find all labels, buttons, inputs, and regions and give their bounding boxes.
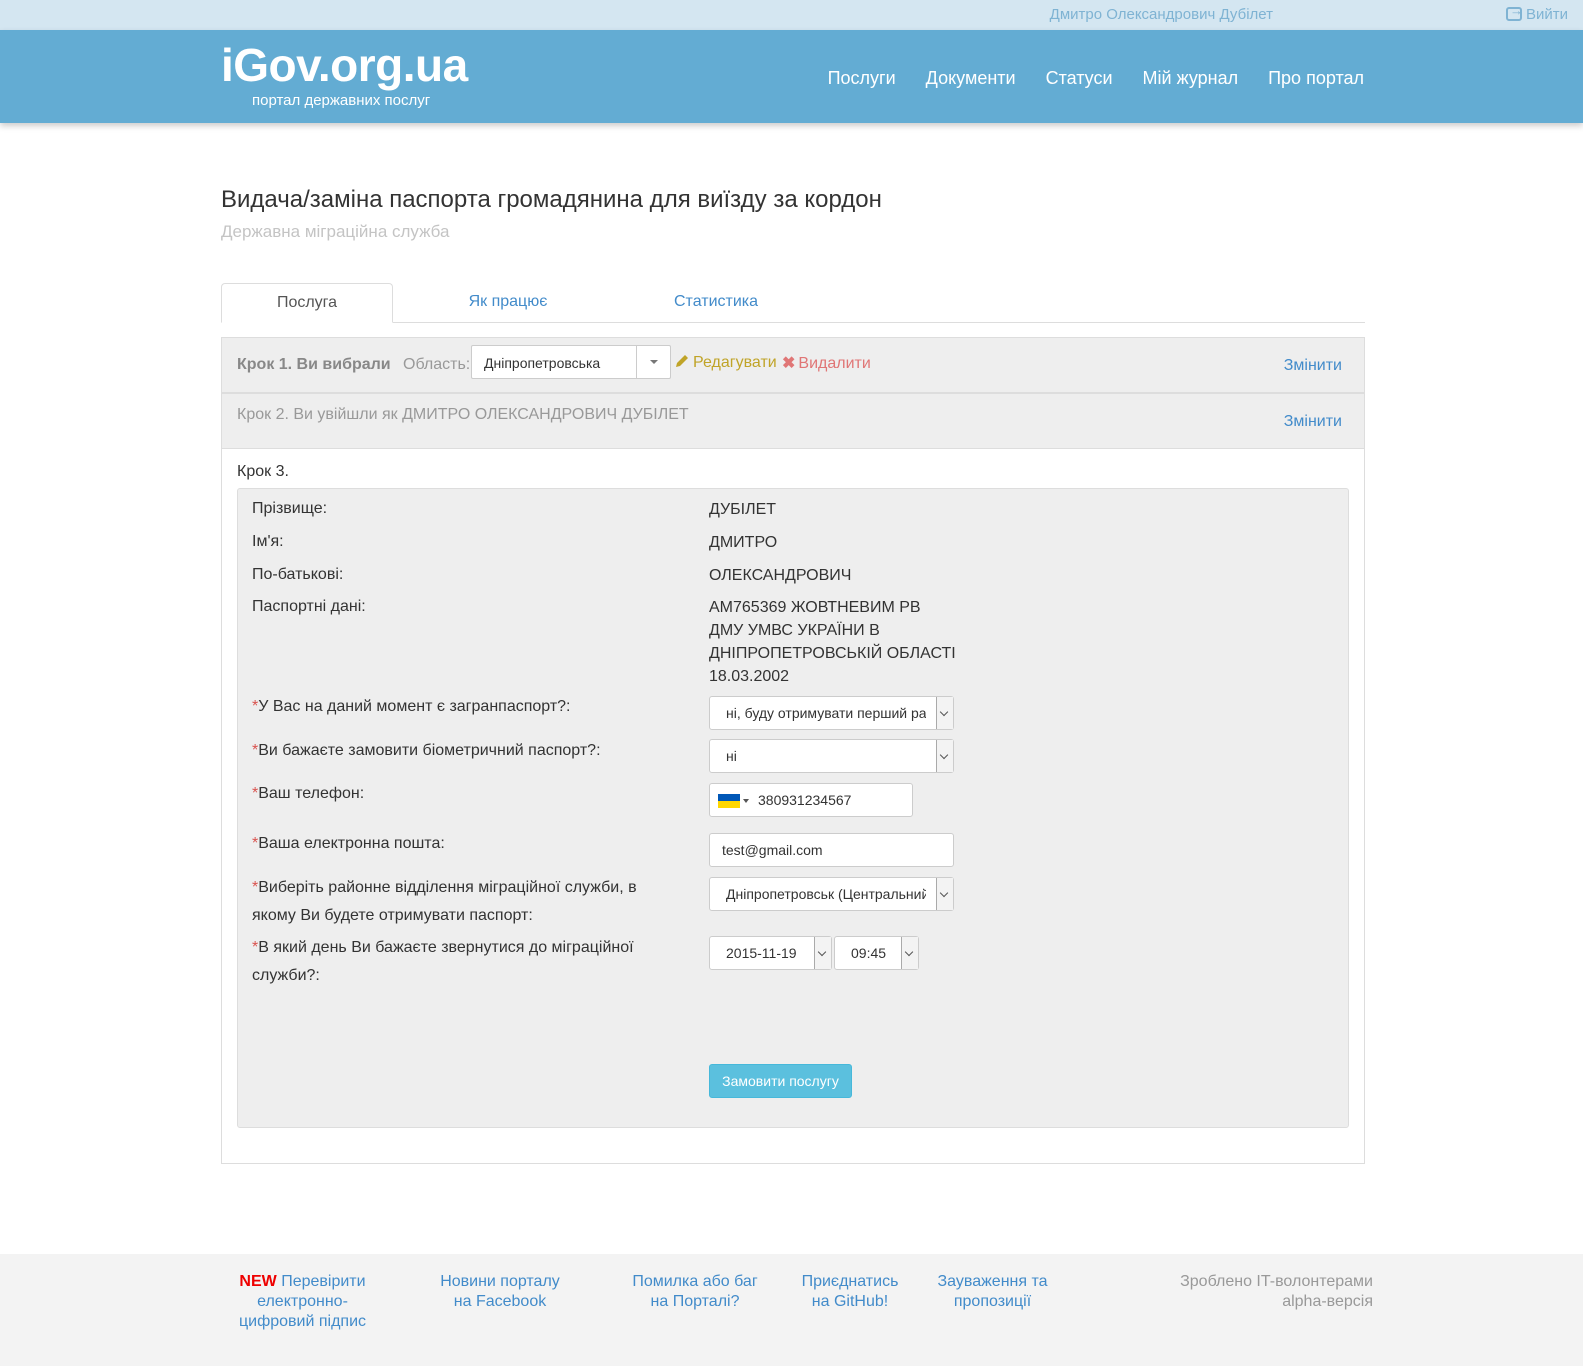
patronymic-value: ОЛЕКСАНДРОВИЧ [709, 567, 852, 584]
tab-service[interactable]: Послуга [221, 283, 393, 323]
site-logo[interactable]: iGov.org.ua [221, 38, 468, 92]
email-value: test@gmail.com [722, 842, 823, 858]
service-tabs: Послуга Як працює Статистика [221, 283, 1365, 323]
chevron-down-icon [936, 697, 953, 729]
step-3-label: Крок 3. [237, 463, 289, 480]
main-nav: Послуги Документи Статуси Мій журнал Про… [828, 68, 1364, 89]
phone-value: 380931234567 [758, 792, 852, 808]
surname-label: Прізвище: [252, 500, 328, 517]
name-label: Ім'я: [252, 533, 284, 550]
application-form: Прізвище: ДУБІЛЕТ Ім'я: ДМИТРО По-батько… [237, 488, 1349, 1128]
passport-line: АМ765369 ЖОВТНЕВИМ РВ [709, 599, 921, 616]
chevron-down-icon [936, 740, 953, 772]
site-header: iGov.org.ua портал державних послуг Посл… [0, 30, 1583, 123]
passport-label: Паспортні дані: [252, 598, 366, 615]
region-label: Область: [403, 356, 471, 373]
step-2-panel: Крок 2. Ви увійшли як ДМИТРО ОЛЕКСАНДРОВ… [221, 393, 1365, 449]
page-title: Видача/заміна паспорта громадянина для в… [221, 186, 882, 213]
date-label: *В який день Ви бажаєте звернутися до мі… [252, 939, 634, 984]
step-1-label: Крок 1. Ви вибрали [237, 356, 391, 373]
passport-line: ДНІПРОПЕТРОВСЬКІЙ ОБЛАСТІ [709, 645, 956, 662]
tab-statistics[interactable]: Статистика [616, 283, 816, 323]
phone-input[interactable]: 380931234567 [709, 783, 913, 817]
region-select[interactable]: Дніпропетровська [471, 345, 671, 379]
logout-link[interactable]: Вийти [1505, 3, 1568, 23]
date-value: 2015-11-19 [726, 945, 797, 961]
email-label: *Ваша електронна пошта: [252, 835, 445, 852]
chevron-down-icon [636, 346, 670, 378]
surname-value: ДУБІЛЕТ [709, 501, 777, 518]
footer-feedback-link[interactable]: Зауваження та пропозиції [920, 1272, 1065, 1312]
has-passport-label: *У Вас на даний момент є загранпаспорт?: [252, 698, 571, 715]
footer-bug-report-link[interactable]: Помилка або баг на Порталі? [620, 1272, 770, 1312]
edit-label: Редагувати [693, 354, 777, 371]
date-select[interactable]: 2015-11-19 [709, 936, 832, 970]
region-value: Дніпропетровська [484, 355, 601, 371]
phone-label: *Ваш телефон: [252, 785, 365, 802]
biometric-select[interactable]: ні [709, 739, 954, 773]
biometric-label: *Ви бажаєте замовити біометричний паспор… [252, 742, 601, 759]
name-value: ДМИТРО [709, 534, 778, 551]
footer-facebook-link[interactable]: Новини порталу на Facebook [425, 1272, 575, 1312]
tab-how-it-works[interactable]: Як працює [426, 283, 590, 323]
nav-documents[interactable]: Документи [926, 68, 1016, 89]
delete-label: Видалити [798, 355, 871, 372]
page-subtitle: Державна міграційна служба [221, 222, 450, 241]
has-passport-value: ні, буду отримувати перший раз [726, 705, 926, 721]
chevron-down-icon [901, 937, 918, 969]
chevron-down-icon [936, 878, 953, 910]
site-footer: NEW Перевірити електронно- цифровий підп… [0, 1254, 1583, 1366]
time-select[interactable]: 09:45 [834, 936, 919, 970]
office-select[interactable]: Дніпропетровськ (Центральний [709, 877, 954, 911]
biometric-value: ні [726, 748, 737, 764]
passport-value: АМ765369 ЖОВТНЕВИМ РВ ДМУ УМВС УКРАЇНИ В… [709, 596, 956, 688]
top-user-bar: Дмитро Олександрович Дубілет Вийти [0, 0, 1583, 30]
step-3-panel: Крок 3. Прізвище: ДУБІЛЕТ Ім'я: ДМИТРО П… [221, 449, 1365, 1164]
footer-github-link[interactable]: Приєднатись на GitHub! [790, 1272, 910, 1312]
delete-icon: ✖ [782, 355, 796, 372]
nav-about[interactable]: Про портал [1268, 68, 1364, 89]
site-tagline: портал державних послуг [252, 92, 431, 109]
footer-credits: Зроблено IT-волонтерами alpha-версія [1180, 1273, 1373, 1310]
delete-region-link[interactable]: ✖ Видалити [782, 353, 871, 373]
edit-region-link[interactable]: Редагувати [674, 353, 777, 372]
passport-line: 18.03.2002 [709, 668, 790, 685]
submit-order-button[interactable]: Замовити послугу [709, 1064, 852, 1098]
patronymic-label: По-батькові: [252, 566, 344, 583]
step-1-panel: Крок 1. Ви вибрали Область: Дніпропетров… [221, 337, 1365, 393]
logout-icon [1505, 3, 1523, 21]
step-2-label: Крок 2. Ви увійшли як ДМИТРО ОЛЕКСАНДРОВ… [237, 406, 689, 423]
new-badge: NEW [239, 1273, 277, 1290]
ukraine-flag-icon[interactable] [718, 794, 740, 808]
time-value: 09:45 [851, 945, 887, 961]
step-1-change-link[interactable]: Змінити [1284, 357, 1342, 375]
email-input[interactable]: test@gmail.com [709, 833, 954, 867]
logout-label: Вийти [1525, 6, 1568, 23]
nav-statuses[interactable]: Статуси [1046, 68, 1113, 89]
user-name-link[interactable]: Дмитро Олександрович Дубілет [1050, 6, 1273, 23]
nav-journal[interactable]: Мій журнал [1143, 68, 1239, 89]
step-2-change-link[interactable]: Змінити [1284, 413, 1342, 431]
office-value: Дніпропетровськ (Центральний [726, 886, 926, 902]
has-passport-select[interactable]: ні, буду отримувати перший раз [709, 696, 954, 730]
office-label: *Виберіть районне відділення міграційної… [252, 879, 637, 924]
pencil-icon [676, 355, 688, 367]
footer-check-signature-link[interactable]: NEW Перевірити електронно- цифровий підп… [230, 1272, 375, 1332]
chevron-down-icon [814, 937, 831, 969]
passport-line: ДМУ УМВС УКРАЇНИ В [709, 622, 880, 639]
caret-down-icon [743, 799, 749, 803]
nav-services[interactable]: Послуги [828, 68, 896, 89]
